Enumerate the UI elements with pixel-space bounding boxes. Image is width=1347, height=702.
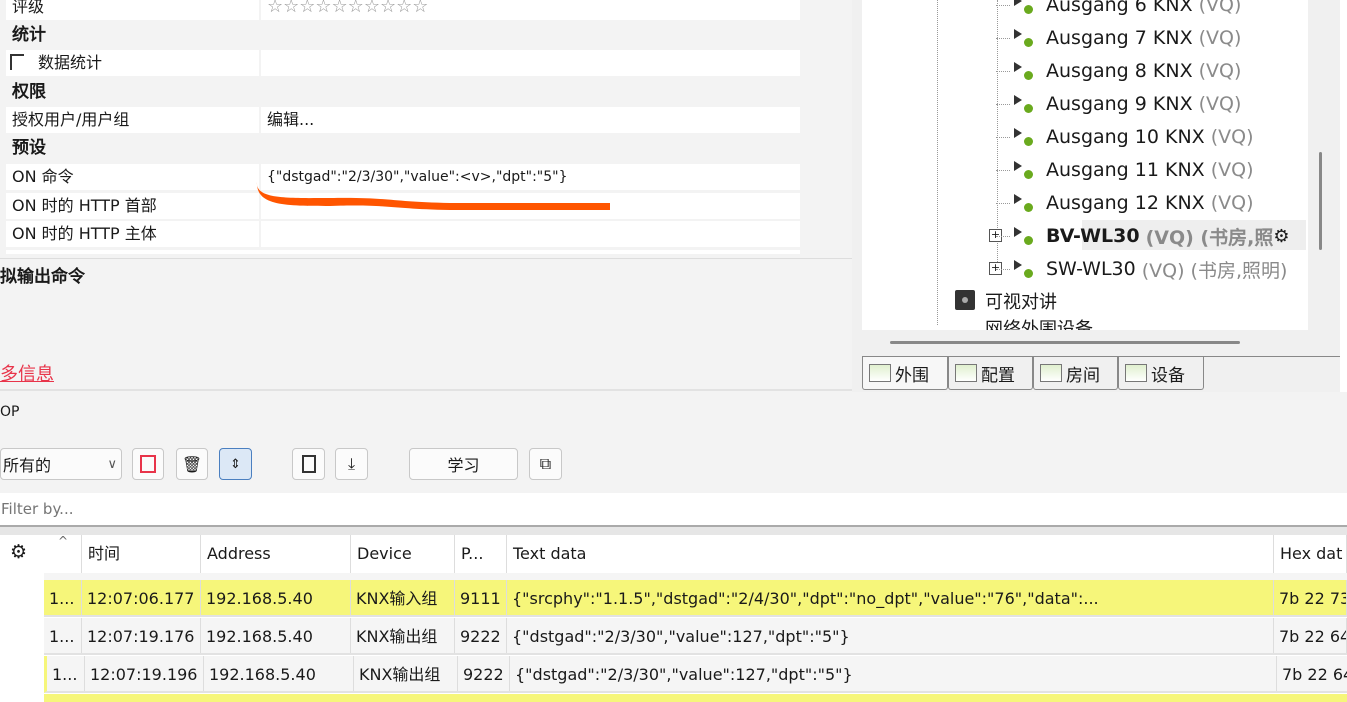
tab-peripherals[interactable]: 外围 xyxy=(862,357,948,390)
cell-port: 9222 xyxy=(458,656,510,691)
actuator-icon xyxy=(1010,225,1038,247)
tree-item-intercom[interactable]: 可视对讲 xyxy=(985,288,1057,314)
table-row[interactable]: 1... 12:07:06.177 192.168.5.40 KNX输入组 9111 {"… xyxy=(44,580,1347,617)
property-row-rating: 评级 ☆☆☆☆☆☆☆☆☆☆ xyxy=(6,0,800,20)
cell-text: {"dstgad":"2/3/30","value":127,"dpt":"5"… xyxy=(507,618,1274,653)
cell-port: 9111 xyxy=(455,580,507,615)
tab-icon xyxy=(955,364,977,382)
cell-port: 9222 xyxy=(455,618,507,653)
tree-item[interactable]: Ausgang 8 KNX (VQ) xyxy=(1010,56,1241,86)
description-title: 拟输出命令 xyxy=(0,267,85,287)
cell-id: 1... xyxy=(44,580,82,615)
tree-item[interactable]: Ausgang 7 KNX (VQ) xyxy=(1010,23,1241,53)
section-header-stats: 统计 xyxy=(12,25,46,45)
property-row-stats: 数据统计 xyxy=(6,50,800,76)
file-icon xyxy=(301,455,316,473)
edit-users-link[interactable]: 编辑... xyxy=(261,107,800,133)
tab-config[interactable]: 配置 xyxy=(948,357,1033,390)
tree-item[interactable]: Ausgang 12 KNX (VQ) xyxy=(1010,188,1253,218)
rating-stars[interactable]: ☆☆☆☆☆☆☆☆☆☆ xyxy=(261,0,800,20)
chevron-down-icon: ∨ xyxy=(107,456,117,472)
tree-item[interactable]: Ausgang 6 KNX (VQ) xyxy=(1010,0,1241,20)
tree-item[interactable]: BV-WL30 (VQ) (书房,照 ⚙ xyxy=(1010,221,1289,251)
trash-icon: 🗑 xyxy=(181,454,203,474)
annotation-underline xyxy=(256,182,610,210)
cell-time: 12:07:19.176 xyxy=(82,618,201,653)
cell-text: {"srcphy":"1.1.5","dstgad":"2/4/30","dpt… xyxy=(507,580,1274,615)
actuator-icon xyxy=(1010,258,1038,280)
learn-button[interactable]: 学习 xyxy=(409,448,518,480)
property-label: ON 时的 HTTP 首部 xyxy=(6,193,261,219)
external-link-icon: ⧉ xyxy=(539,454,552,473)
table-row[interactable]: 1... 12:07:19.176 192.168.5.40 KNX输出组 9222 {"… xyxy=(44,618,1347,655)
filter-input[interactable] xyxy=(0,493,1347,525)
tree-item-network[interactable]: 网络外围设备 xyxy=(985,318,1093,330)
tab-icon xyxy=(869,364,891,382)
download-button[interactable]: ⤓ xyxy=(335,448,368,480)
tab-devices[interactable]: 设备 xyxy=(1118,357,1204,390)
property-label: ON 命令 xyxy=(6,164,261,190)
actuator-icon xyxy=(1010,27,1038,49)
horizontal-scrollbar[interactable] xyxy=(890,341,1240,344)
cell-hex: 7b 22 64 xyxy=(1277,656,1347,691)
tree-item[interactable]: Ausgang 11 KNX (VQ) xyxy=(1010,155,1253,185)
actuator-icon xyxy=(1010,60,1038,82)
property-row-users: 授权用户/用户组 编辑... xyxy=(6,107,800,133)
property-label: 评级 xyxy=(6,0,261,20)
section-header-preset: 预设 xyxy=(12,138,46,158)
tab-icon xyxy=(1040,364,1062,382)
autoscroll-button[interactable]: ⇕ xyxy=(219,448,252,480)
property-label: 授权用户/用户组 xyxy=(6,107,261,133)
cell-hex: 7b 22 64 xyxy=(1274,618,1347,653)
cell-hex: 7b 22 73 xyxy=(1274,580,1347,615)
cell-addr: 192.168.5.40 xyxy=(204,656,354,691)
actuator-icon xyxy=(1010,0,1038,16)
popout-button[interactable]: ⧉ xyxy=(529,448,562,480)
property-row-http-body: ON 时的 HTTP 主体 xyxy=(6,221,800,247)
cell-text: {"dstgad":"2/3/30","value":127,"dpt":"5"… xyxy=(510,656,1277,691)
cell-addr: 192.168.5.40 xyxy=(201,618,351,653)
table-row[interactable]: 1... 12:07:19.196 192.168.5.40 KNX输出组 9222 {"… xyxy=(44,656,1347,693)
actuator-icon xyxy=(1010,93,1038,115)
cell-device: KNX输出组 xyxy=(354,656,458,691)
checkbox[interactable] xyxy=(10,54,24,70)
clear-button[interactable]: 🗑 xyxy=(176,448,208,480)
intercom-icon xyxy=(955,290,975,310)
cell-addr: 192.168.5.40 xyxy=(201,580,351,615)
open-button[interactable] xyxy=(292,448,325,480)
scroll-icon: ⇕ xyxy=(230,456,241,472)
actuator-icon xyxy=(1010,159,1038,181)
stop-icon xyxy=(140,455,156,473)
tree-item[interactable]: Ausgang 9 KNX (VQ) xyxy=(1010,89,1241,119)
stop-button[interactable] xyxy=(132,448,164,480)
gear-icon[interactable]: ⚙ xyxy=(1273,226,1289,247)
divider xyxy=(0,389,852,391)
cell-time: 12:07:06.177 xyxy=(82,580,201,615)
tree-item[interactable]: SW-WL30 (VQ) (书房,照明) xyxy=(1010,254,1287,284)
section-label: OP xyxy=(0,404,20,420)
gear-icon[interactable]: ⚙ xyxy=(10,541,27,563)
table-row[interactable] xyxy=(44,694,1347,702)
cell-device: KNX输出组 xyxy=(351,618,455,653)
section-header-permissions: 权限 xyxy=(12,82,46,102)
actuator-icon xyxy=(1010,126,1038,148)
cell-id: 1... xyxy=(44,618,82,653)
cell-id: 1... xyxy=(47,656,85,691)
property-label: ON 时的 HTTP 主体 xyxy=(6,221,261,247)
divider xyxy=(0,258,852,259)
cell-time: 12:07:19.196 xyxy=(85,656,204,691)
tree-item[interactable]: Ausgang 10 KNX (VQ) xyxy=(1010,122,1253,152)
more-info-link[interactable]: 多信息 xyxy=(0,360,54,386)
stats-checkbox-label: 数据统计 xyxy=(38,53,103,72)
cell-device: KNX输入组 xyxy=(351,580,455,615)
http-body-value[interactable] xyxy=(261,221,800,247)
tab-icon xyxy=(1125,364,1147,382)
vertical-scrollbar[interactable] xyxy=(1319,152,1322,250)
download-icon: ⤓ xyxy=(347,454,356,473)
filter-select[interactable]: 所有的 ∨ xyxy=(0,448,122,480)
tab-rooms[interactable]: 房间 xyxy=(1033,357,1118,390)
actuator-icon xyxy=(1010,192,1038,214)
